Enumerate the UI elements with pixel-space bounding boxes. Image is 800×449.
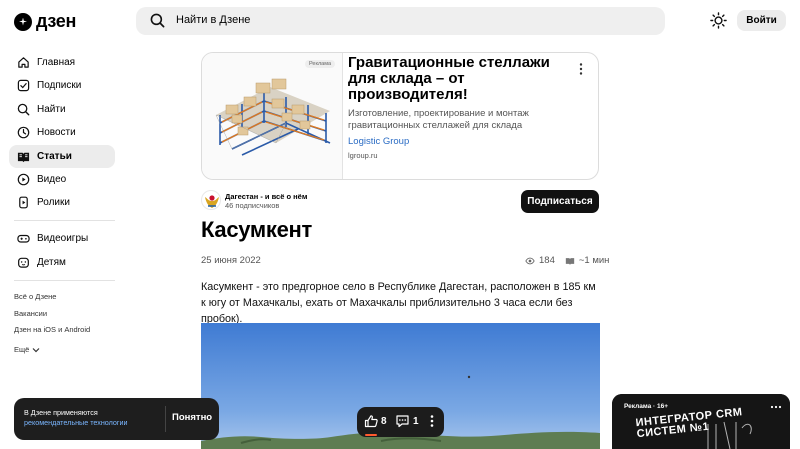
kids-icon <box>18 257 29 268</box>
link-about-zen[interactable]: Всё о Дзене <box>14 292 90 309</box>
video-ad-label: Реклама · 16+ <box>624 403 669 410</box>
sidebar-item-shorts[interactable]: Ролики <box>9 191 115 214</box>
ad-brand-link[interactable]: Logistic Group <box>348 136 409 147</box>
more-links-toggle[interactable]: Ещё <box>14 342 90 359</box>
theme-toggle-sun-icon[interactable] <box>710 12 727 29</box>
article-paragraph: Касумкент - это предгорное село в Респуб… <box>201 281 596 325</box>
book-icon <box>565 257 575 265</box>
sidebar-footer-links: Всё о Дзене Вакансии Дзен на iOS и Andro… <box>14 292 90 358</box>
article-stats: 184 ~1 мин <box>525 255 609 266</box>
cookie-banner: В Дзене применяются рекомендательные тех… <box>14 398 219 440</box>
ad-badge: Реклама <box>305 60 336 68</box>
search-icon <box>150 13 165 28</box>
zen-logo-icon <box>14 12 32 31</box>
sidebar-item-videogames[interactable]: Видеоигры <box>9 227 115 250</box>
news-icon <box>17 126 30 139</box>
ad-card[interactable]: Реклама Гравитационные стеллажи для скла… <box>201 52 599 180</box>
sidebar-item-label: Ролики <box>37 197 70 209</box>
sidebar-item-articles[interactable]: Статьи <box>9 144 115 168</box>
channel-name[interactable]: Дагестан - и всё о нём <box>225 192 307 201</box>
gamepad-icon <box>17 235 30 243</box>
sidebar-item-news[interactable]: Новости <box>9 121 115 144</box>
likes-count: 8 <box>381 415 387 427</box>
sidebar-item-label: Видео <box>37 173 67 185</box>
ad-description: Изготовление, проектирование и монтаж гр… <box>348 108 529 131</box>
ad-image-warehouse-racks: Реклама <box>202 53 343 179</box>
sidebar-item-home[interactable]: Главная <box>9 51 115 74</box>
more-options-icon[interactable] <box>427 414 437 428</box>
sidebar-divider <box>14 220 115 222</box>
cookie-accept-button[interactable]: Понятно <box>172 412 212 423</box>
comments-count: 1 <box>413 415 419 427</box>
ad-title[interactable]: Гравитационные стеллажи для склада – от … <box>348 55 563 103</box>
link-vacancies[interactable]: Вакансии <box>14 309 90 326</box>
subscriptions-icon <box>17 80 30 92</box>
sidebar-item-find[interactable]: Найти <box>9 98 115 121</box>
sidebar-divider <box>14 279 115 281</box>
ad-domain: lgroup.ru <box>348 151 378 160</box>
sidebar-item-label: Найти <box>37 103 66 115</box>
channel-avatar[interactable] <box>201 190 221 210</box>
search-input[interactable]: Найти в Дзене <box>136 7 665 35</box>
channel-subscribers: 46 подписчиков <box>225 201 280 210</box>
comment-icon <box>396 415 409 428</box>
articles-icon <box>17 152 30 162</box>
article-action-bar: 8 1 <box>357 407 444 437</box>
recommendation-tech-link[interactable]: рекомендательные технологии <box>24 418 128 428</box>
sidebar-item-subscriptions[interactable]: Подписки <box>9 74 115 97</box>
link-mobile-apps[interactable]: Дзен на iOS и Android <box>14 325 90 342</box>
cookie-message: В Дзене применяются <box>24 408 98 417</box>
sidebar-item-label: Главная <box>37 57 76 68</box>
search-icon <box>17 103 30 116</box>
home-icon <box>18 57 29 68</box>
shorts-icon <box>19 196 28 209</box>
top-bar: дзен Найти в Дзене Войти <box>0 0 800 42</box>
search-placeholder: Найти в Дзене <box>176 14 251 26</box>
sidebar-item-video[interactable]: Видео <box>9 168 115 191</box>
sidebar-item-label: Новости <box>37 127 76 139</box>
sidebar-item-label: Видеоигры <box>37 233 89 245</box>
article-date: 25 июня 2022 <box>201 255 261 266</box>
zen-logo[interactable]: дзен <box>14 11 76 32</box>
warehouse-rack-illustration <box>215 78 331 156</box>
thumbs-up-icon <box>364 415 378 428</box>
sidebar: Главная Подписки Найти Новости Статьи Ви… <box>9 51 115 287</box>
video-icon <box>17 173 30 186</box>
video-menu-dots-icon[interactable] <box>770 402 782 412</box>
sidebar-item-label: Подписки <box>37 80 82 92</box>
cookie-text: В Дзене применяются рекомендательные тех… <box>24 408 128 428</box>
read-time: ~1 мин <box>578 255 610 266</box>
more-label: Ещё <box>14 345 30 355</box>
channel-row: Дагестан - и всё о нём 46 подписчиков По… <box>201 190 599 214</box>
dagestan-emblem-icon <box>205 195 219 208</box>
sidebar-item-label: Детям <box>37 256 66 268</box>
sidebar-item-kids[interactable]: Детям <box>9 251 115 274</box>
cookie-divider <box>165 406 166 432</box>
eye-icon <box>525 257 535 264</box>
like-button[interactable]: 8 <box>364 414 387 428</box>
chevron-down-icon <box>32 347 40 353</box>
like-indicator <box>365 434 377 436</box>
sidebar-item-label: Статьи <box>37 150 72 162</box>
views-count: 184 <box>539 255 555 266</box>
login-button[interactable]: Войти <box>737 10 786 31</box>
comments-button[interactable]: 1 <box>395 414 419 428</box>
subscribe-button[interactable]: Подписаться <box>521 190 599 213</box>
video-ad-player[interactable]: Реклама · 16+ ИНТЕГРАТОР CRM СИСТЕМ №1 <box>612 394 790 449</box>
more-options-icon[interactable] <box>574 62 588 76</box>
article-title: Касумкент <box>201 217 312 242</box>
logo-text: дзен <box>36 11 77 31</box>
